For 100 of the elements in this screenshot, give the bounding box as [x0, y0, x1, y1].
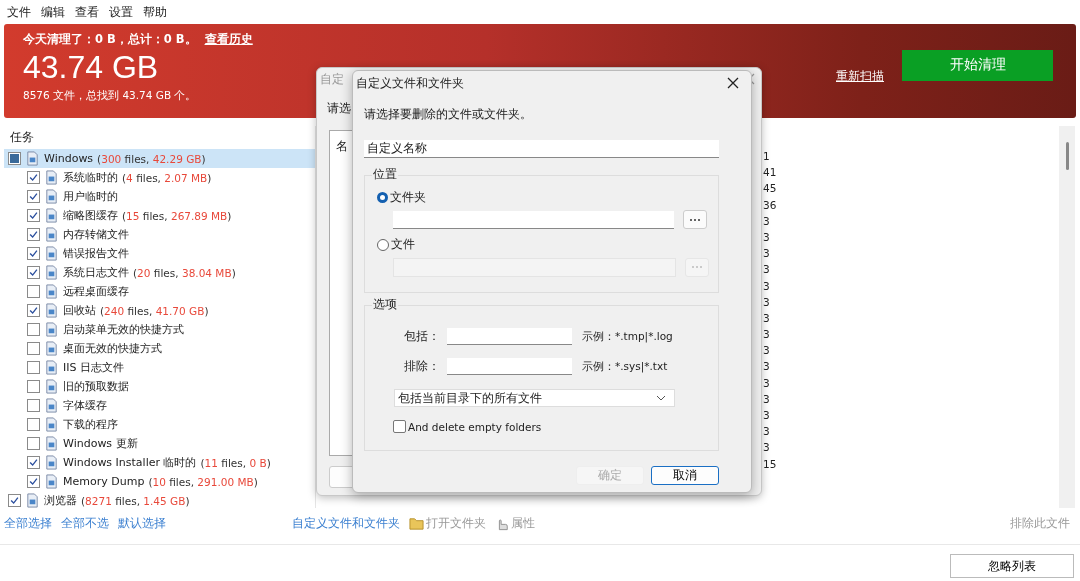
scope-dropdown[interactable]: 包括当前目录下的所有文件 [394, 389, 675, 407]
table-cell-text: 3 [763, 359, 771, 375]
table-cell-text: 41 [763, 165, 777, 181]
menu-item[interactable]: 设置 [106, 3, 140, 21]
window-title: 自定 [320, 71, 344, 87]
checkbox[interactable] [27, 437, 40, 450]
checkbox[interactable] [27, 456, 40, 469]
checkbox[interactable] [27, 342, 40, 355]
tree-row[interactable]: Windows Installer 临时的 (11 files, 0 B) [4, 453, 315, 472]
dialog-button[interactable]: 取消 [651, 466, 719, 485]
checkbox[interactable] [27, 418, 40, 431]
checkbox[interactable] [27, 171, 40, 184]
document-icon [25, 151, 40, 166]
input-field[interactable] [447, 328, 572, 345]
task-label: 旧的预取数据 [63, 379, 129, 394]
tree-row[interactable]: Memory Dump (10 files, 291.00 MB) [4, 472, 315, 491]
menu-item[interactable]: 查看 [72, 3, 106, 21]
radio-option[interactable]: 文件 [377, 236, 415, 253]
detail-text: 8576 文件，总找到 43.74 GB 个。 [23, 89, 198, 103]
tree-row[interactable]: 字体缓存 [4, 396, 315, 415]
rescan-link[interactable]: 重新扫描 [836, 68, 884, 84]
name-field[interactable]: 自定义名称 [364, 140, 719, 158]
table-cell-text: 3 [763, 343, 771, 359]
table-cell-text: 3 [763, 408, 771, 423]
path-field[interactable] [393, 210, 674, 229]
checkbox[interactable] [27, 475, 40, 488]
table-cell-text: 3 [763, 229, 771, 245]
tree-row[interactable]: 启动菜单无效的快捷方式 [4, 320, 315, 339]
table-cell-text: 3 [763, 375, 771, 391]
tree-row[interactable]: 远程桌面缓存 [4, 282, 315, 301]
field-label: 包括： [404, 329, 441, 344]
checkbox[interactable] [8, 494, 21, 507]
select-link[interactable]: 全部不选 [61, 515, 109, 531]
document-icon [25, 493, 40, 508]
tree-row[interactable]: 桌面无效的快捷方式 [4, 339, 315, 358]
checkbox[interactable] [27, 380, 40, 393]
tree-row[interactable]: IIS 日志文件 [4, 358, 315, 377]
panel-heading: 任务 [9, 129, 35, 146]
document-icon [44, 246, 59, 261]
history-link[interactable]: 查看历史 [204, 32, 253, 47]
chevron-icon [656, 395, 666, 401]
table-cell-text: 3 [763, 327, 771, 343]
checkbox[interactable] [8, 152, 21, 165]
document-icon [44, 322, 59, 337]
document-icon [44, 189, 59, 204]
checkbox[interactable] [27, 285, 40, 298]
checkbox-option[interactable]: And delete empty folders [393, 420, 542, 433]
menu-item[interactable]: 帮助 [140, 3, 174, 21]
select-link[interactable]: 全部选择 [4, 515, 52, 531]
browse-button[interactable] [683, 210, 707, 229]
tree-row[interactable]: Windows 更新 [4, 434, 315, 453]
task-label: 用户临时的 [63, 189, 118, 204]
task-label: 字体缓存 [63, 398, 107, 413]
checkbox[interactable] [27, 399, 40, 412]
task-label: 系统临时的 [63, 170, 118, 185]
tree-row[interactable]: 系统临时的 (4 files, 2.07 MB) [4, 168, 315, 187]
table-cell-text: 1 [763, 149, 771, 164]
checkbox[interactable] [27, 228, 40, 241]
menu-item[interactable]: 文件 [4, 3, 38, 21]
menu-item[interactable]: 编辑 [38, 3, 72, 21]
input-field[interactable] [447, 358, 572, 375]
action-link[interactable]: 自定义文件和文件夹 [292, 515, 400, 531]
table-cell-text: 3 [763, 262, 771, 278]
task-count: (240 files, 41.70 GB) [100, 304, 209, 317]
task-label: 桌面无效的快捷方式 [63, 341, 162, 356]
tree-row[interactable]: Windows (300 files, 42.29 GB) [4, 149, 315, 168]
ignore-list-button[interactable]: 忽略列表 [950, 554, 1074, 578]
folder-icon [409, 515, 424, 531]
document-icon [44, 341, 59, 356]
checkbox[interactable] [27, 361, 40, 374]
table-cell-text: 3 [763, 294, 771, 310]
document-icon [44, 398, 59, 413]
task-count: (11 files, 0 B) [200, 456, 271, 469]
close-icon[interactable] [727, 77, 739, 89]
summary-text: 今天清理了：0 B，总计：0 B。 [23, 32, 197, 47]
tree-row[interactable]: 内存转储文件 [4, 225, 315, 244]
tree-row[interactable]: 用户临时的 [4, 187, 315, 206]
checkbox[interactable] [27, 266, 40, 279]
tree-row[interactable]: 浏览器 (8271 files, 1.45 GB) [4, 491, 315, 510]
task-label: 远程桌面缓存 [63, 284, 129, 299]
start-button[interactable]: 开始清理 [902, 49, 1053, 81]
task-label: 系统日志文件 [63, 265, 129, 280]
tree-row[interactable]: 旧的预取数据 [4, 377, 315, 396]
tree-row[interactable]: 系统日志文件 (20 files, 38.04 MB) [4, 263, 315, 282]
example-text: 示例：*.tmp|*.log [582, 329, 673, 344]
tree-row[interactable]: 回收站 (240 files, 41.70 GB) [4, 301, 315, 320]
checkbox[interactable] [27, 209, 40, 222]
tree-row[interactable]: 下载的程序 [4, 415, 315, 434]
radio-option[interactable]: 文件夹 [377, 189, 426, 206]
tree-row[interactable]: 错误报告文件 [4, 244, 315, 263]
select-link[interactable]: 默认选择 [118, 515, 166, 531]
document-icon [44, 379, 59, 394]
checkbox[interactable] [27, 190, 40, 203]
table-cell-text: 15 [763, 456, 777, 472]
checkbox[interactable] [27, 247, 40, 260]
checkbox[interactable] [27, 323, 40, 336]
scrollbar[interactable] [1059, 126, 1075, 508]
checkbox[interactable] [27, 304, 40, 317]
tree-row[interactable]: 缩略图缓存 (15 files, 267.89 MB) [4, 206, 315, 225]
table-cell-text: 3 [763, 213, 771, 229]
